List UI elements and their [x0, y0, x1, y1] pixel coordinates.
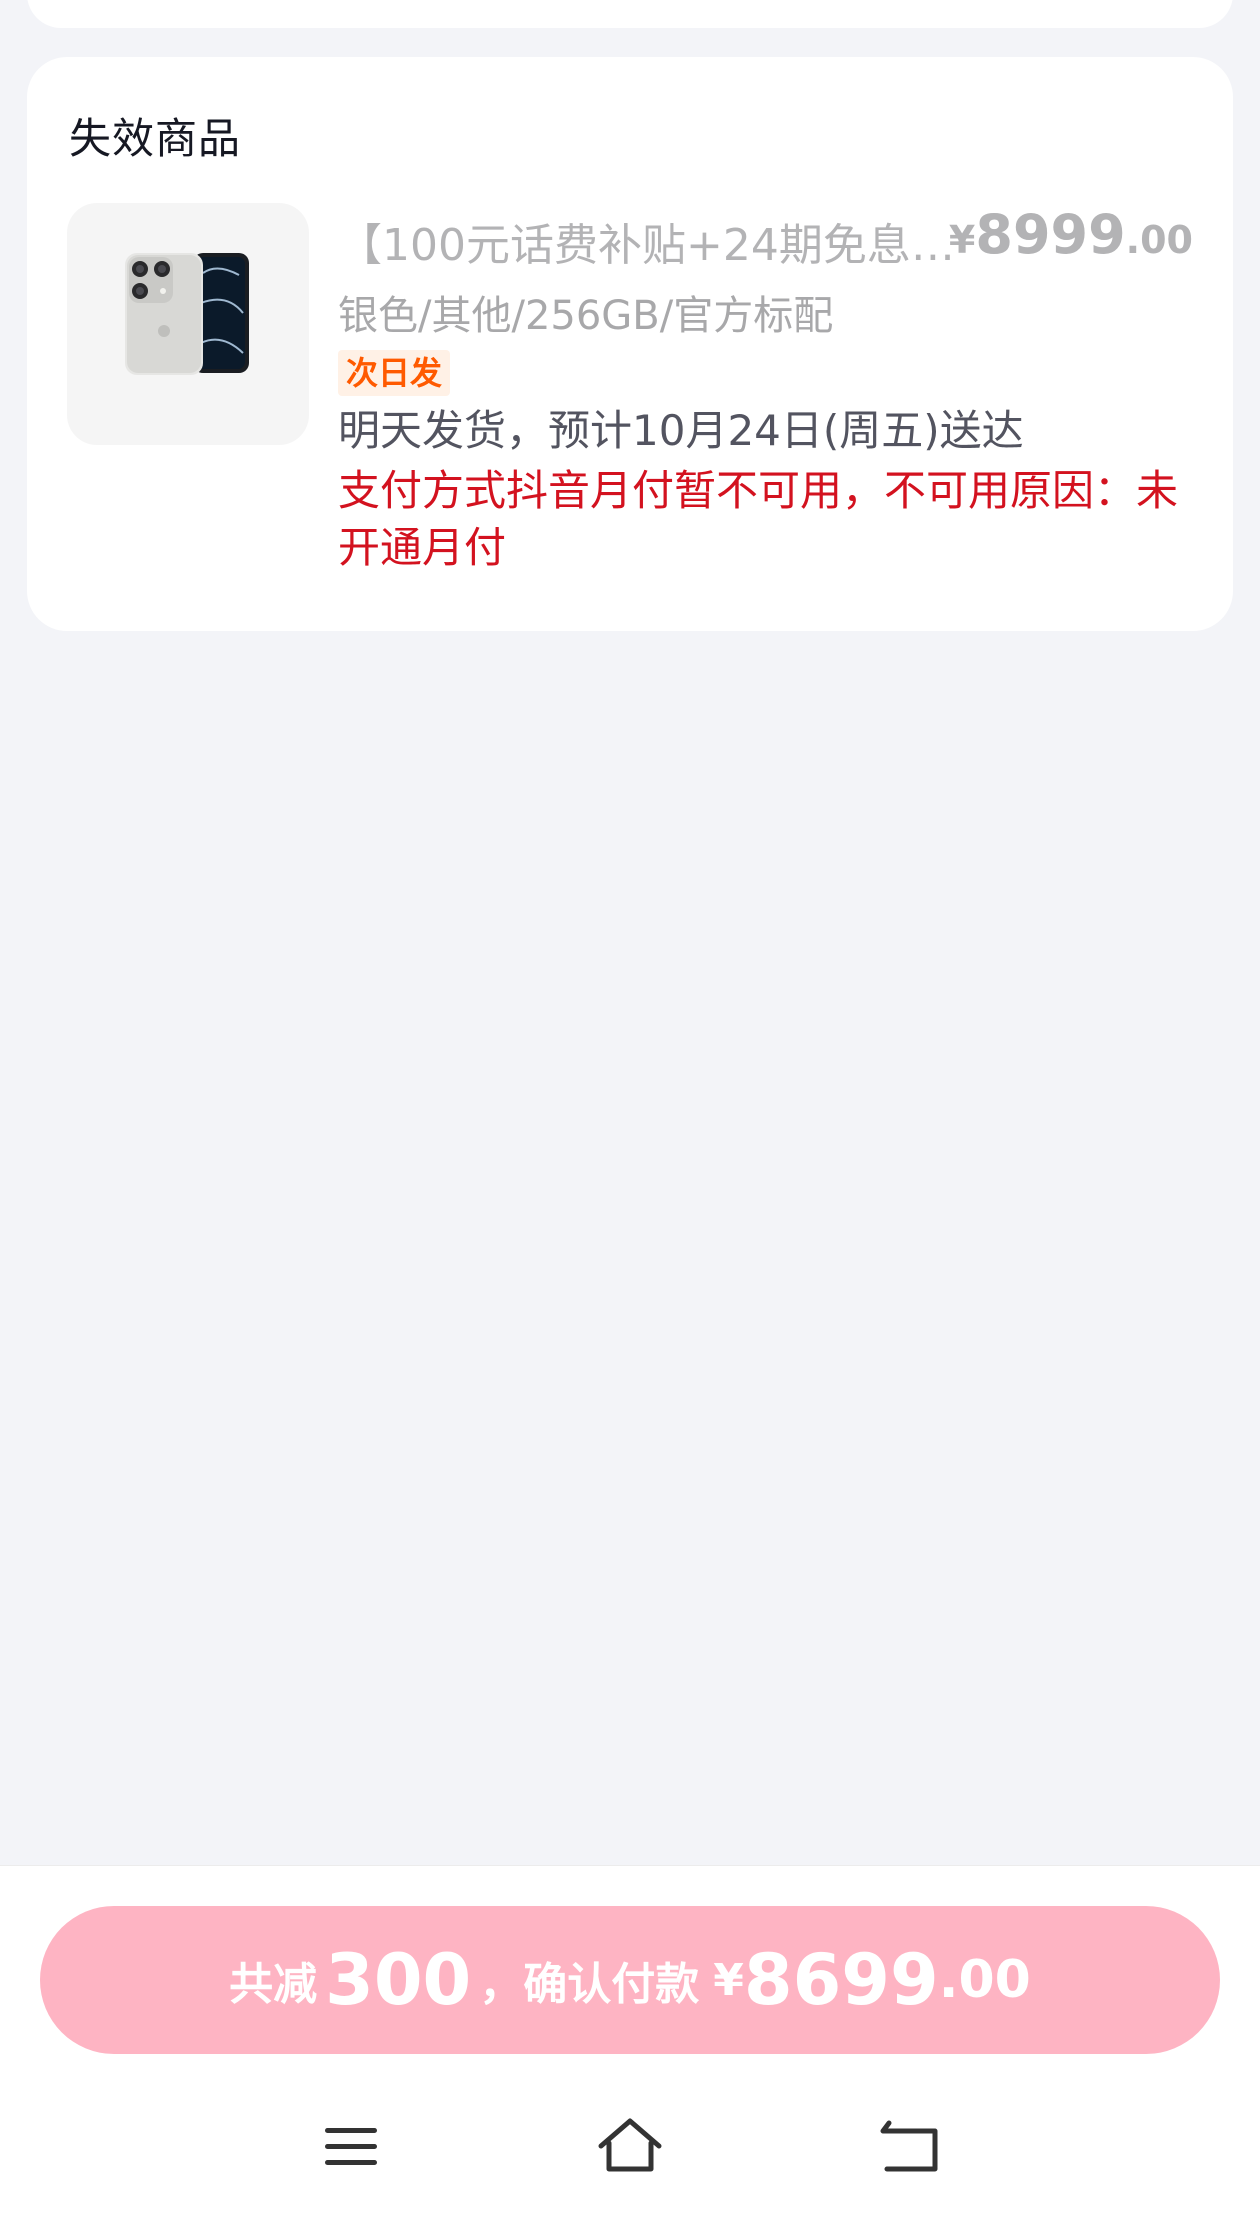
home-icon[interactable] — [595, 2111, 665, 2181]
confirm-text: ，确认付款 — [479, 1959, 700, 2010]
previous-card — [27, 0, 1233, 28]
price-integer: 8999 — [975, 203, 1126, 266]
next-day-badge: 次日发 — [338, 350, 451, 396]
back-icon[interactable] — [875, 2111, 945, 2181]
total-currency: ¥ — [713, 1954, 744, 2006]
invalid-goods-card: 失效商品 【100元话费补贴+24期免息… ¥8999.00 银色/其他/256 — [27, 57, 1233, 631]
confirm-pay-button[interactable]: 共减 300 ，确认付款 ¥ 8699 .00 — [40, 1906, 1220, 2054]
price-currency: ¥ — [948, 218, 976, 262]
product-price: ¥8999.00 — [949, 203, 1193, 266]
discount-amount: 300 — [325, 1939, 472, 2021]
shipping-info: 明天发货，预计10月24日(周五)送达 — [338, 406, 1024, 455]
phone-product-icon[interactable] — [67, 203, 309, 445]
unavailable-reason: 支付方式抖音月付暂不可用，不可用原因：未开通月付 — [338, 466, 1179, 572]
menu-icon[interactable] — [315, 2111, 385, 2181]
total-decimal: .00 — [938, 1950, 1031, 2010]
discount-prefix: 共减 — [229, 1959, 318, 2010]
total-integer: 8699 — [743, 1939, 939, 2021]
bottom-bar: 共减 300 ，确认付款 ¥ 8699 .00 — [0, 1865, 1260, 2215]
price-decimal: .00 — [1125, 218, 1193, 262]
section-title: 失效商品 — [69, 114, 242, 163]
product-title[interactable]: 【100元话费补贴+24期免息… — [338, 209, 978, 273]
product-spec: 银色/其他/256GB/官方标配 — [338, 293, 834, 339]
